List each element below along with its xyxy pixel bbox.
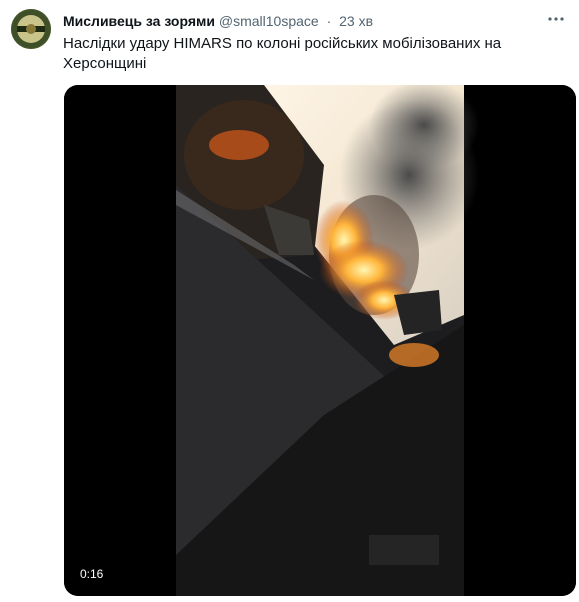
tweet-text-line: Херсонщині — [63, 55, 147, 72]
more-options-button[interactable] — [545, 8, 567, 30]
video-player[interactable]: 0:16 — [64, 85, 576, 596]
timestamp[interactable]: 23 хв — [339, 13, 373, 29]
video-frame — [64, 85, 576, 596]
video-content — [176, 85, 479, 596]
avatar-image — [11, 9, 51, 49]
separator: · — [326, 13, 332, 29]
author-handle[interactable]: @small10space — [219, 13, 319, 29]
tweet-text: Наслідки удару HIMARS по колоні російськ… — [63, 34, 563, 74]
tweet-text-line: Наслідки удару HIMARS по колоні російськ… — [63, 35, 502, 52]
video-duration: 0:16 — [74, 565, 110, 584]
avatar[interactable] — [11, 9, 51, 49]
tweet-header: Мисливець за зорями @small10space · 23 х… — [63, 12, 373, 30]
more-options-icon — [548, 17, 564, 21]
tweet[interactable]: Мисливець за зорями @small10space · 23 х… — [0, 0, 579, 602]
author-name[interactable]: Мисливець за зорями — [63, 13, 215, 29]
